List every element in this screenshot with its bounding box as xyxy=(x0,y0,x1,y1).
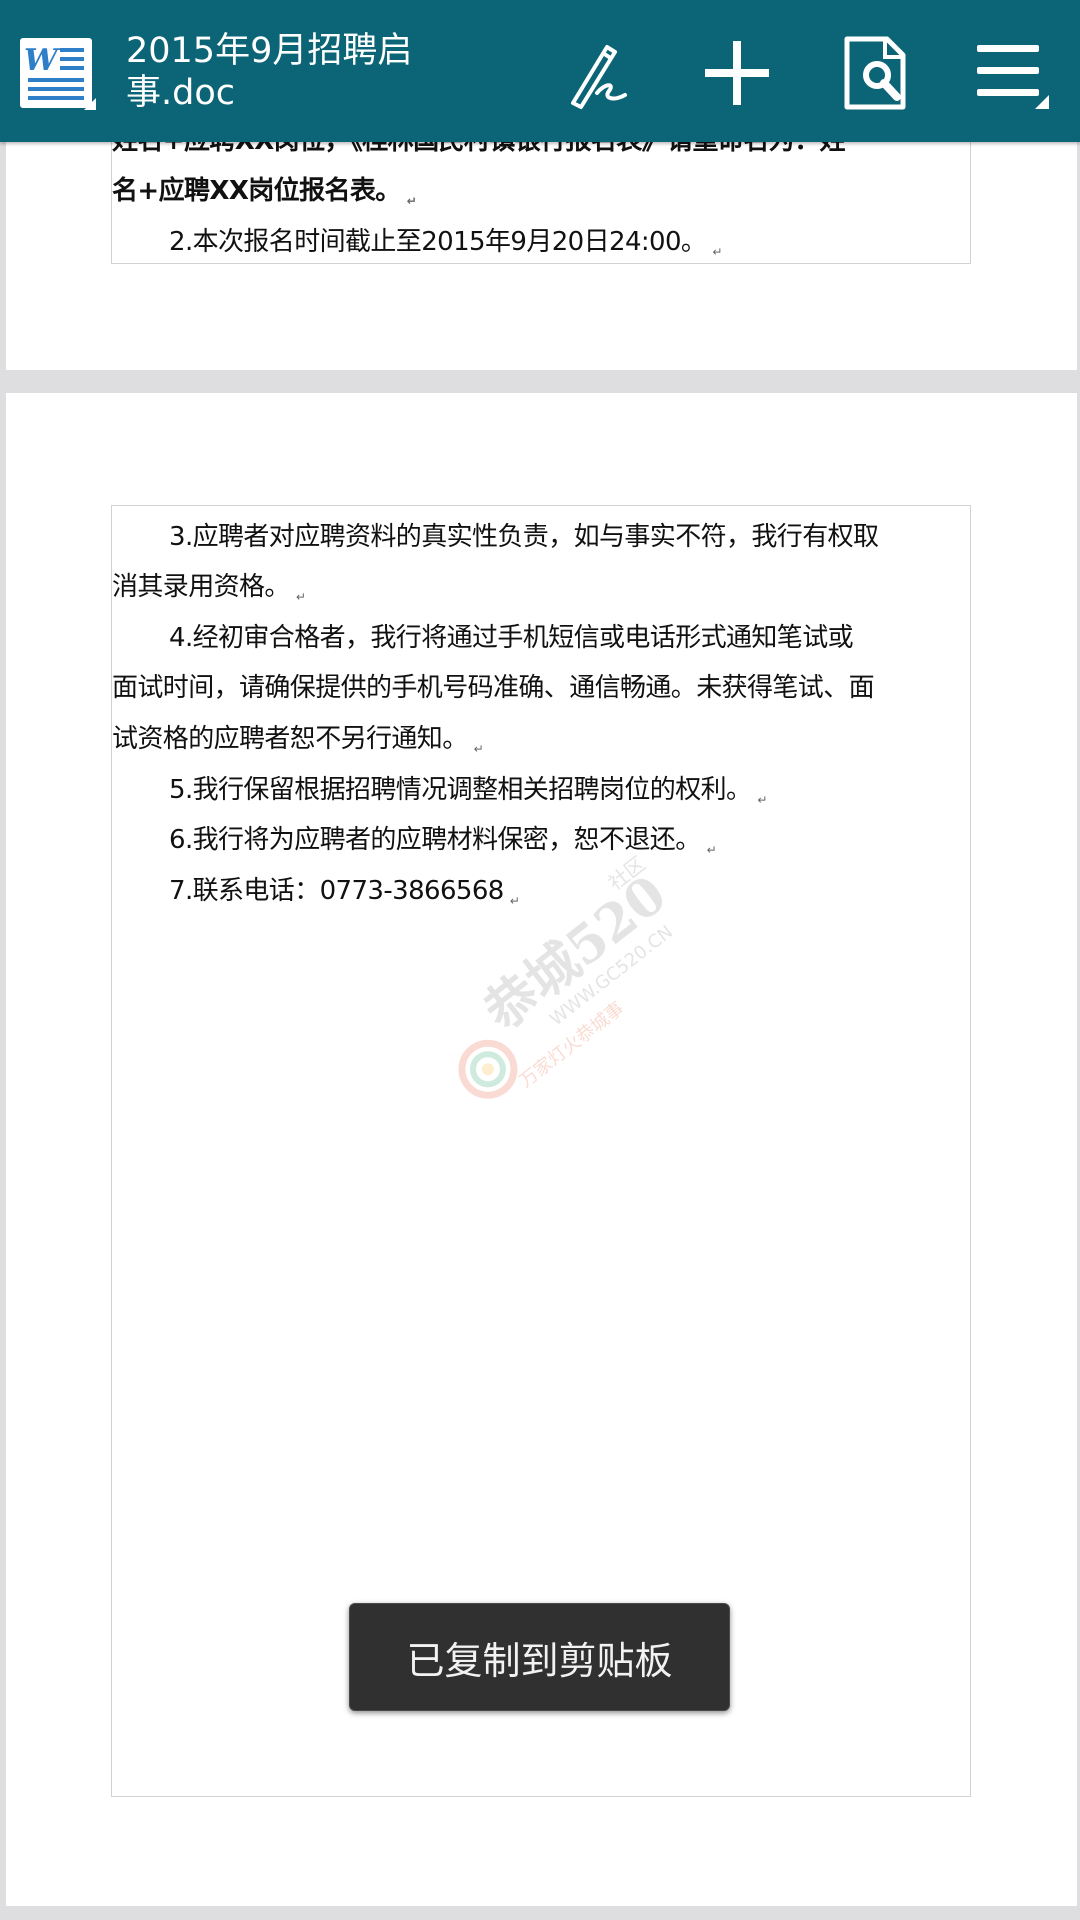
doc-line: 6.我行将为应聘者的应聘材料保密，恕不退还。 ↵ xyxy=(169,819,717,857)
doc-line: 2.本次报名时间截止至2015年9月20日24:00。 ↵ xyxy=(169,221,722,259)
doc-line-text: 试资格的应聘者恕不另行通知。 xyxy=(112,724,468,754)
word-document-icon[interactable]: W xyxy=(20,38,96,110)
doc-line: 面试时间，请确保提供的手机号码准确、通信畅通。未获得笔试、面 xyxy=(112,673,875,703)
doc-line-text: 7.联系电话：0773-3866568 xyxy=(169,876,504,906)
add-button[interactable] xyxy=(692,28,782,118)
doc-line-text: 消其录用资格。 xyxy=(112,572,290,602)
document-viewer-screen: 姓名+应聘XX岗位，《桂林国民村镇银行报名表》请重命名为：姓 名+应聘XX岗位报… xyxy=(0,0,1080,1920)
doc-line-text: 名+应聘XX岗位报名表。 xyxy=(112,176,401,206)
menu-icon xyxy=(977,45,1049,109)
doc-line: 消其录用资格。 ↵ xyxy=(112,566,306,604)
doc-line: 名+应聘XX岗位报名表。 ↵ xyxy=(112,170,417,208)
paragraph-mark-icon: ↵ xyxy=(757,793,767,807)
doc-line: 3.应聘者对应聘资料的真实性负责，如与事实不符，我行有权取 xyxy=(169,522,879,552)
doc-line-text: 2.本次报名时间截止至2015年9月20日24:00。 xyxy=(169,227,707,257)
document-title: 2015年9月招聘启事.doc xyxy=(126,31,413,113)
add-icon xyxy=(705,41,769,105)
paragraph-mark-icon: ↵ xyxy=(706,843,717,857)
paragraph-mark-icon: ↵ xyxy=(406,194,417,208)
paragraph-mark-icon: ↵ xyxy=(295,590,306,604)
svg-text:W: W xyxy=(24,43,61,78)
doc-line-text: 6.我行将为应聘者的应聘材料保密，恕不退还。 xyxy=(169,825,701,855)
doc-line-text: 5.我行保留根据招聘情况调整相关招聘岗位的权利。 xyxy=(169,775,752,805)
app-toolbar: W 2015年9月招聘启事.doc xyxy=(0,0,1080,142)
doc-line: 试资格的应聘者恕不另行通知。 ↵ xyxy=(112,718,484,756)
document-tools-button[interactable] xyxy=(830,28,920,118)
paragraph-mark-icon: ↵ xyxy=(509,894,520,908)
edit-pen-icon xyxy=(571,45,627,109)
doc-line: 5.我行保留根据招聘情况调整相关招聘岗位的权利。 ↵ xyxy=(169,769,768,807)
overflow-menu-button[interactable] xyxy=(966,28,1056,118)
copied-toast: 已复制到剪贴板 xyxy=(349,1603,730,1711)
paragraph-mark-icon: ↵ xyxy=(712,245,722,259)
doc-line: 4.经初审合格者，我行将通过手机短信或电话形式通知笔试或 xyxy=(169,623,854,653)
doc-line: 7.联系电话：0773-3866568 ↵ xyxy=(169,870,520,908)
paragraph-mark-icon: ↵ xyxy=(473,742,484,756)
edit-pen-button[interactable] xyxy=(554,28,644,118)
document-tools-icon xyxy=(844,36,906,110)
